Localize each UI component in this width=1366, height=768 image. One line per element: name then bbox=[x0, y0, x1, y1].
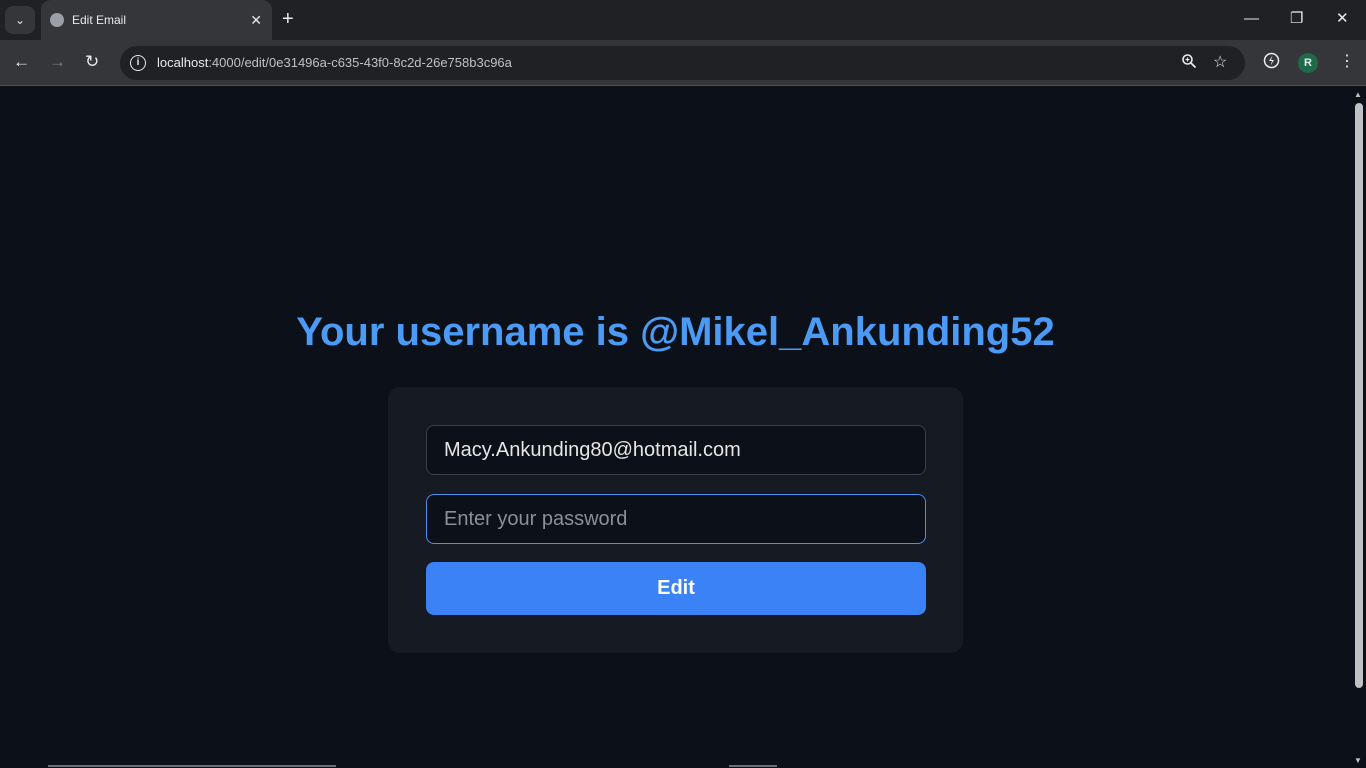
back-button[interactable]: ← bbox=[13, 52, 30, 72]
close-icon[interactable]: ✕ bbox=[1336, 9, 1349, 29]
divider bbox=[48, 765, 336, 767]
extension-icon[interactable] bbox=[1263, 52, 1280, 75]
new-tab-button[interactable]: + bbox=[282, 9, 294, 29]
address-bar[interactable]: i localhost:4000/edit/0e31496a-c635-43f0… bbox=[120, 46, 1245, 80]
restore-icon[interactable]: ❐ bbox=[1290, 9, 1303, 29]
zoom-icon[interactable] bbox=[1181, 53, 1197, 75]
password-field[interactable] bbox=[426, 494, 926, 544]
minimize-icon[interactable]: — bbox=[1244, 9, 1259, 29]
browser-tab[interactable]: Edit Email ✕ bbox=[41, 0, 272, 40]
chevron-down-icon: ⌄ bbox=[14, 13, 26, 27]
reload-icon: ↻ bbox=[85, 52, 100, 71]
tab-search-button[interactable]: ⌄ bbox=[5, 6, 35, 34]
divider bbox=[729, 765, 777, 767]
scrollbar[interactable]: ▲ ▼ bbox=[1351, 87, 1366, 768]
info-icon[interactable]: i bbox=[130, 55, 146, 71]
arrow-right-icon: → bbox=[49, 52, 66, 71]
url-text: localhost:4000/edit/0e31496a-c635-43f0-8… bbox=[157, 55, 512, 70]
tab-bar: ⌄ Edit Email ✕ + — ❐ ✕ bbox=[0, 0, 1366, 40]
edit-button[interactable]: Edit bbox=[426, 562, 926, 615]
globe-icon bbox=[50, 13, 64, 27]
forward-button[interactable]: → bbox=[49, 52, 66, 72]
edit-email-form: Edit bbox=[388, 387, 963, 653]
email-field[interactable] bbox=[426, 425, 926, 475]
page-title: Your username is @Mikel_Ankunding52 bbox=[296, 310, 1055, 354]
scroll-up-icon[interactable]: ▲ bbox=[1354, 90, 1362, 99]
star-icon[interactable]: ☆ bbox=[1213, 53, 1227, 73]
more-vert-icon[interactable]: ⋮ bbox=[1339, 52, 1355, 72]
scroll-down-icon[interactable]: ▼ bbox=[1354, 756, 1362, 765]
tab-title: Edit Email bbox=[72, 13, 127, 27]
reload-button[interactable]: ↻ bbox=[85, 52, 99, 72]
tab-close-button[interactable]: ✕ bbox=[250, 11, 262, 29]
avatar[interactable]: R bbox=[1298, 53, 1318, 73]
browser-toolbar: ← → ↻ i localhost:4000/edit/0e31496a-c63… bbox=[0, 40, 1366, 86]
arrow-left-icon: ← bbox=[13, 52, 30, 71]
scroll-thumb[interactable] bbox=[1355, 103, 1363, 688]
